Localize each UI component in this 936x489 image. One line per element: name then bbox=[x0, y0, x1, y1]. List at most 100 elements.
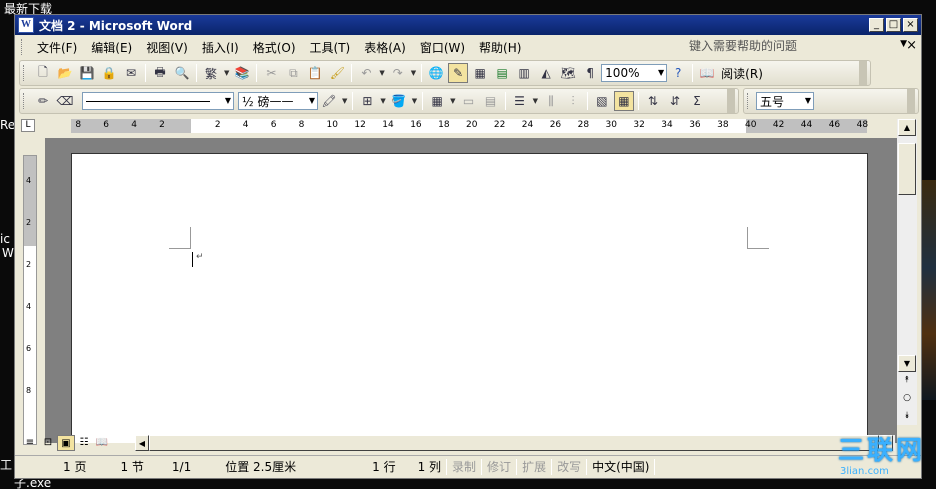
distribute-rows-icon[interactable]: ⫼ bbox=[541, 91, 561, 111]
document-close-button[interactable]: × bbox=[906, 38, 917, 53]
close-button[interactable]: × bbox=[903, 18, 918, 32]
eraser-icon[interactable]: ⌫ bbox=[55, 91, 75, 111]
menu-grip[interactable] bbox=[21, 39, 24, 55]
menu-tools[interactable]: 工具(T) bbox=[303, 39, 358, 56]
traditional-chinese-icon[interactable]: 繁 bbox=[201, 63, 221, 83]
minimize-button[interactable]: _ bbox=[869, 18, 884, 32]
merge-cells-icon[interactable]: ▭ bbox=[459, 91, 479, 111]
status-record-macro[interactable]: 录制 bbox=[452, 458, 476, 475]
shading-color-icon[interactable]: 🪣 bbox=[389, 91, 409, 111]
outline-view-icon[interactable]: ☷ bbox=[75, 435, 93, 451]
insert-excel-icon[interactable]: ▤ bbox=[492, 63, 512, 83]
read-mode-button[interactable]: 阅读(R) bbox=[721, 65, 763, 82]
distribute-columns-icon[interactable]: ⫶ bbox=[563, 91, 583, 111]
cut-icon[interactable]: ✂ bbox=[261, 63, 281, 83]
next-page-icon[interactable]: ⯯ bbox=[899, 411, 915, 425]
print-preview-icon[interactable]: 🔍 bbox=[172, 63, 192, 83]
tab-selector[interactable]: L bbox=[21, 119, 35, 132]
chevron-down-icon[interactable]: ▼ bbox=[380, 97, 385, 105]
vertical-ruler[interactable]: 4 2 2 4 6 8 bbox=[23, 155, 37, 445]
status-extend[interactable]: 扩展 bbox=[522, 458, 546, 475]
font-size-select[interactable]: 五号 ▼ bbox=[756, 92, 814, 110]
scroll-up-button[interactable]: ▲ bbox=[898, 119, 916, 136]
sort-descending-icon[interactable]: ⇵ bbox=[665, 91, 685, 111]
print-icon[interactable]: 🖶 bbox=[150, 63, 170, 83]
undo-icon[interactable]: ↶ bbox=[356, 63, 376, 83]
new-document-icon[interactable]: 🗋 bbox=[33, 63, 53, 83]
columns-icon[interactable]: ▥ bbox=[514, 63, 534, 83]
web-layout-icon[interactable]: ⊡ bbox=[39, 435, 57, 451]
title-bar[interactable]: W 文档 2 - Microsoft Word _ □ × bbox=[15, 15, 921, 35]
status-overtype[interactable]: 改写 bbox=[557, 458, 581, 475]
paste-icon[interactable]: 📋 bbox=[305, 63, 325, 83]
document-page[interactable]: ↵ bbox=[71, 153, 868, 443]
chevron-down-icon[interactable]: ▼ bbox=[533, 97, 538, 105]
redo-icon[interactable]: ↷ bbox=[388, 63, 408, 83]
scroll-thumb[interactable] bbox=[149, 435, 879, 451]
toolbar-options-handle[interactable] bbox=[859, 61, 867, 85]
maximize-button[interactable]: □ bbox=[886, 18, 901, 32]
show-gridlines-icon[interactable]: ▦ bbox=[613, 91, 634, 111]
horizontal-scrollbar[interactable]: ◀ ▶ bbox=[135, 435, 895, 451]
permission-icon[interactable]: 🔒 bbox=[99, 63, 119, 83]
drawing-icon[interactable]: ◭ bbox=[536, 63, 556, 83]
research-icon[interactable]: 📚 bbox=[232, 63, 252, 83]
chevron-down-icon[interactable]: ▼ bbox=[411, 69, 416, 77]
borders-icon[interactable]: ⊞ bbox=[357, 91, 377, 111]
vertical-scrollbar[interactable]: ▲ ▼ ⯭ ○ ⯯ bbox=[897, 119, 917, 425]
show-hide-icon[interactable]: ¶ bbox=[580, 63, 600, 83]
select-browse-object-icon[interactable]: ○ bbox=[899, 393, 915, 407]
email-icon[interactable]: ✉ bbox=[121, 63, 141, 83]
menu-table[interactable]: 表格(A) bbox=[357, 39, 413, 56]
chevron-down-icon[interactable]: ▼ bbox=[379, 69, 384, 77]
scroll-left-button[interactable]: ◀ bbox=[135, 435, 149, 451]
status-track-changes[interactable]: 修订 bbox=[487, 458, 511, 475]
line-style-select[interactable]: ▼ bbox=[82, 92, 234, 110]
document-area[interactable]: ↵ bbox=[45, 138, 897, 443]
menu-insert[interactable]: 插入(I) bbox=[195, 39, 246, 56]
menu-format[interactable]: 格式(O) bbox=[246, 39, 303, 56]
sort-ascending-icon[interactable]: ⇅ bbox=[643, 91, 663, 111]
chevron-down-icon[interactable]: ▼ bbox=[450, 97, 455, 105]
menu-view[interactable]: 视图(V) bbox=[139, 39, 195, 56]
menu-help[interactable]: 帮助(H) bbox=[472, 39, 528, 56]
copy-icon[interactable]: ⧉ bbox=[283, 63, 303, 83]
horizontal-ruler[interactable]: 8 6 4 2 2 4 6 8 10 12 14 16 18 20 22 24 26 28 30 32 34 36 38 40… bbox=[71, 119, 868, 133]
normal-view-icon[interactable]: ≡ bbox=[21, 435, 39, 451]
chevron-down-icon[interactable]: ▼ bbox=[342, 97, 347, 105]
chevron-down-icon[interactable]: ▼ bbox=[412, 97, 417, 105]
toolbar-grip[interactable] bbox=[23, 93, 26, 109]
save-icon[interactable]: 💾 bbox=[77, 63, 97, 83]
split-cells-icon[interactable]: ▤ bbox=[481, 91, 501, 111]
draw-table-icon[interactable]: ✏ bbox=[33, 91, 53, 111]
insert-table-icon[interactable]: ▦ bbox=[427, 91, 447, 111]
align-icon[interactable]: ☰ bbox=[510, 91, 530, 111]
scroll-thumb[interactable] bbox=[898, 143, 916, 195]
format-painter-icon[interactable]: 🖌 bbox=[327, 63, 347, 83]
hyperlink-icon[interactable]: 🌐 bbox=[426, 63, 446, 83]
insert-table-icon[interactable]: ▦ bbox=[470, 63, 490, 83]
toolbar-options-handle[interactable] bbox=[727, 89, 735, 113]
reading-layout-icon[interactable]: 📖 bbox=[93, 435, 111, 451]
scroll-down-button[interactable]: ▼ bbox=[898, 355, 916, 372]
help-icon[interactable]: ? bbox=[668, 63, 688, 83]
zoom-select[interactable]: 100% ▼ bbox=[601, 64, 668, 82]
menu-edit[interactable]: 编辑(E) bbox=[84, 39, 139, 56]
open-folder-icon[interactable]: 📂 bbox=[55, 63, 75, 83]
autosum-icon[interactable]: Σ bbox=[687, 91, 707, 111]
word-app-icon[interactable]: W bbox=[18, 17, 34, 33]
line-weight-select[interactable]: ½ 磅 —— ▼ bbox=[238, 92, 318, 110]
toolbar-grip[interactable] bbox=[747, 93, 750, 109]
tables-borders-icon[interactable]: ✎ bbox=[448, 63, 469, 83]
border-color-icon[interactable]: 🖍 bbox=[319, 91, 339, 111]
document-map-icon[interactable]: 🗺 bbox=[558, 63, 578, 83]
menu-file[interactable]: 文件(F) bbox=[30, 39, 84, 56]
toolbar-options-handle[interactable] bbox=[907, 89, 915, 113]
previous-page-icon[interactable]: ⯭ bbox=[899, 375, 915, 389]
chevron-down-icon[interactable]: ▼ bbox=[224, 69, 229, 77]
toolbar-grip[interactable] bbox=[23, 65, 26, 81]
menu-window[interactable]: 窗口(W) bbox=[413, 39, 472, 56]
table-autoformat-icon[interactable]: ▧ bbox=[592, 91, 612, 111]
print-layout-icon[interactable]: ▣ bbox=[57, 435, 75, 451]
help-question-input[interactable]: 键入需要帮助的问题 bbox=[685, 37, 895, 55]
